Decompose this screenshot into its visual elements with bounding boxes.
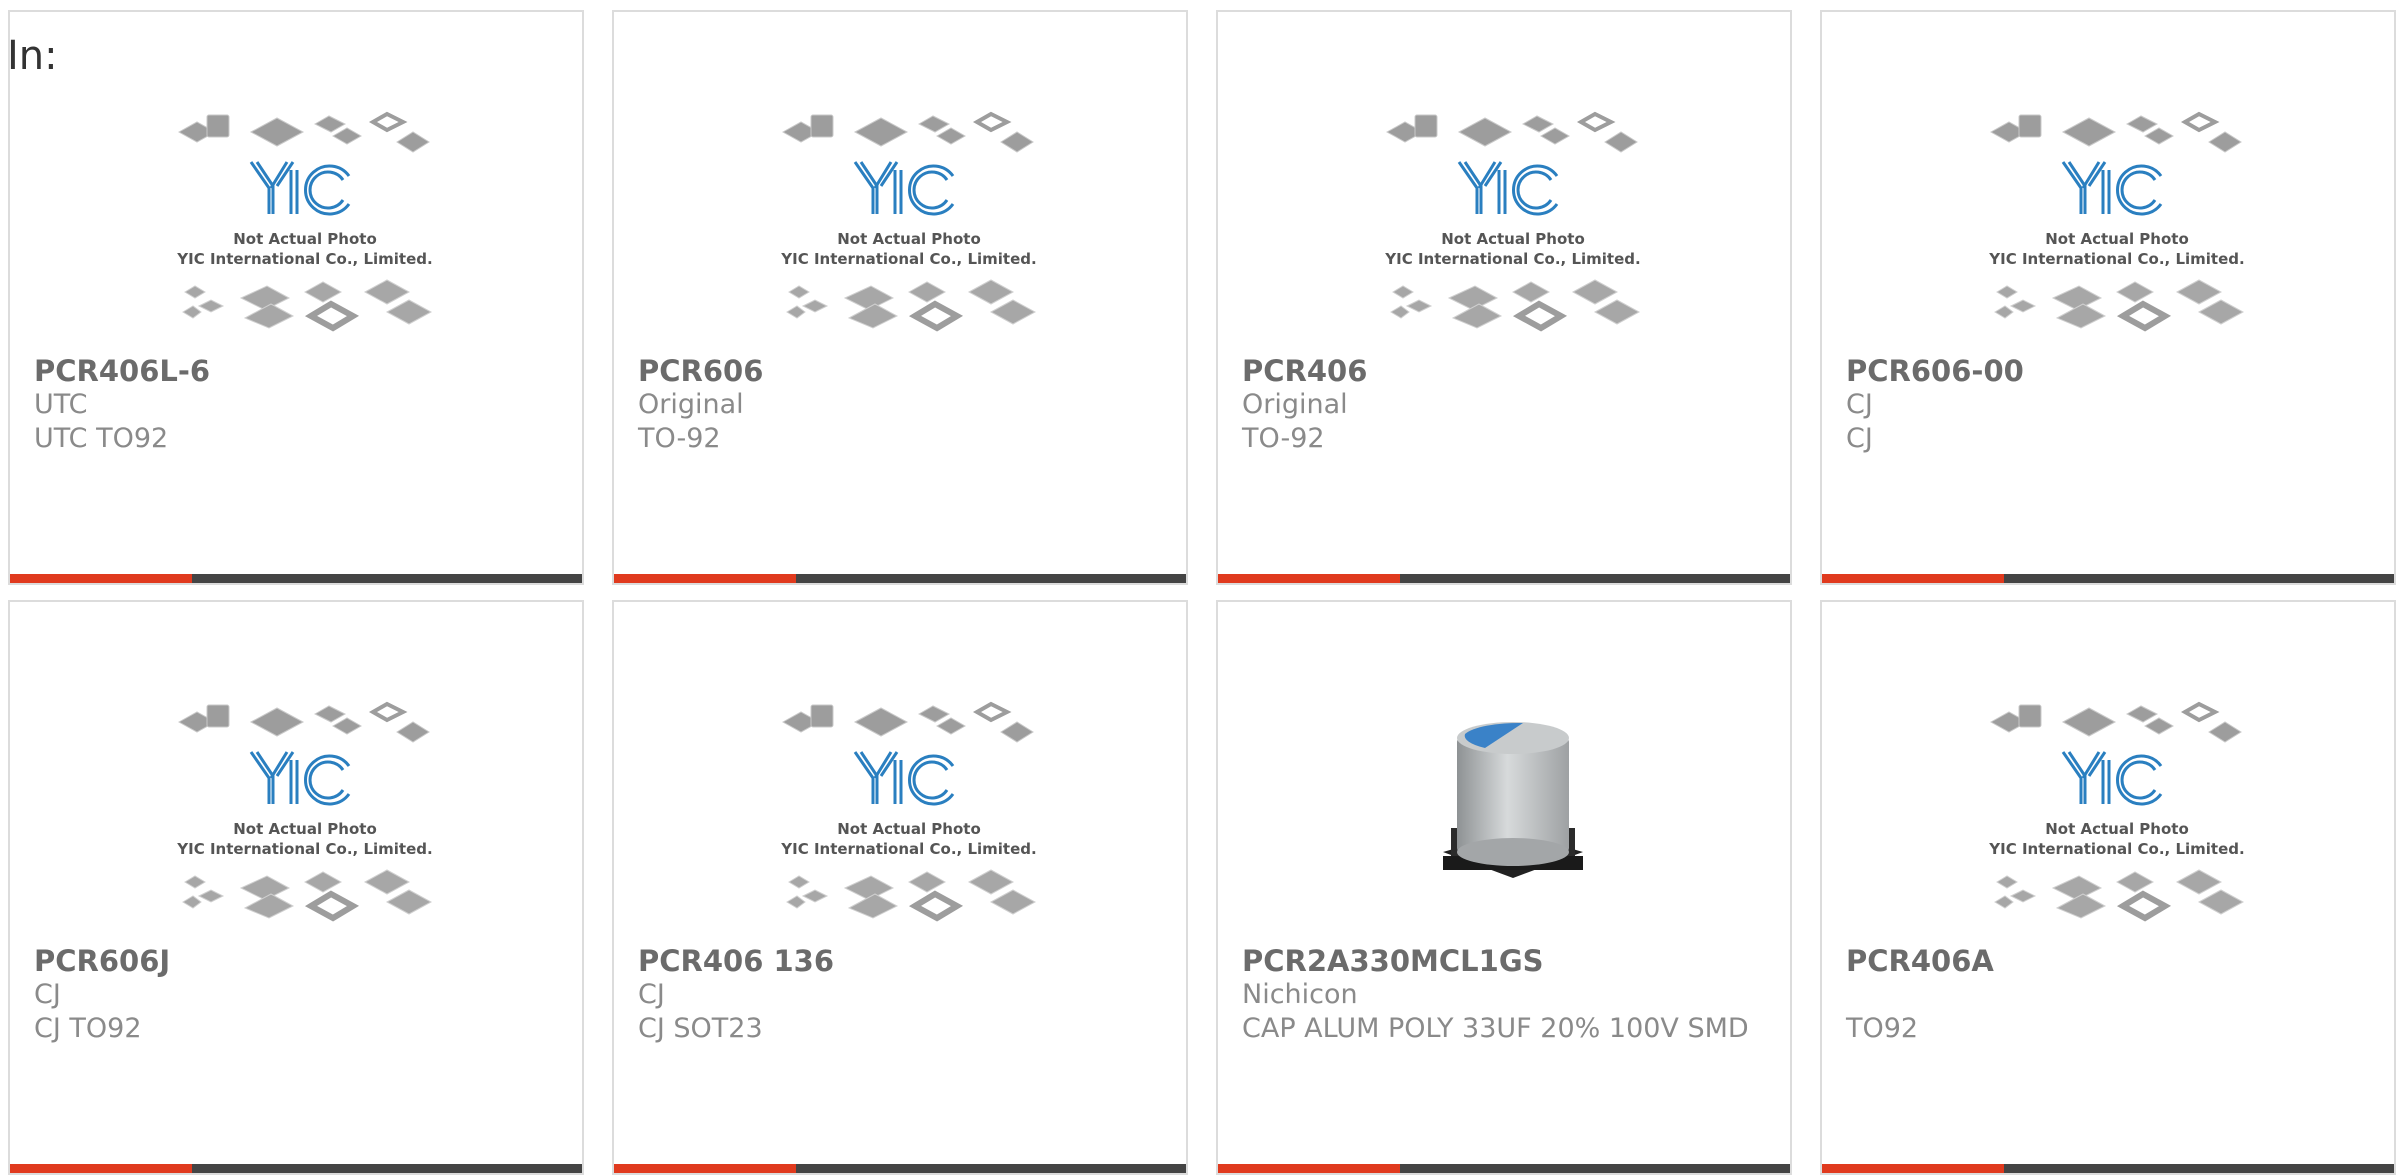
card-bottom-bar [614, 574, 1186, 583]
card-bottom-bar [10, 574, 582, 583]
product-card[interactable]: PCR2A330MCL1GS Nichicon CAP ALUM POLY 33… [1216, 600, 1792, 1175]
description: CJ SOT23 [638, 1013, 763, 1044]
card-bottom-bar [1822, 1164, 2394, 1173]
card-accent-bar [1218, 1164, 1400, 1173]
product-card[interactable]: Not Actual Photo YIC International Co., … [8, 600, 584, 1175]
product-info: PCR406L-6 UTC UTC TO92 [34, 354, 554, 456]
part-number[interactable]: PCR406L-6 [34, 354, 554, 388]
manufacturer [1846, 978, 2366, 1012]
placeholder-caption-2: YIC International Co., Limited. [1384, 250, 1640, 268]
not-actual-photo-icon: Not Actual Photo YIC International Co., … [1988, 701, 2245, 922]
part-number[interactable]: PCR406 136 [638, 944, 1158, 978]
capacitor-photo [1443, 722, 1583, 878]
product-card[interactable]: Not Actual Photo YIC International Co., … [612, 600, 1188, 1175]
product-info: PCR406 136 CJ CJ SOT23 [638, 944, 1158, 1046]
product-image[interactable] [1373, 682, 1653, 942]
placeholder-caption-2: YIC International Co., Limited. [176, 840, 432, 858]
product-info: PCR406A TO92 [1846, 944, 2366, 1046]
card-bottom-bar [1822, 574, 2394, 583]
placeholder-caption-1: Not Actual Photo [837, 230, 981, 248]
placeholder-caption-1: Not Actual Photo [2045, 820, 2189, 838]
product-info: PCR606J CJ CJ TO92 [34, 944, 554, 1046]
not-actual-photo-icon: Not Actual Photo YIC International Co., … [780, 701, 1037, 922]
not-actual-photo-icon: Not Actual Photo YIC International Co., … [176, 701, 433, 922]
not-actual-photo-icon: Not Actual Photo YIC International Co., … [176, 111, 433, 332]
card-bottom-bar [614, 1164, 1186, 1173]
card-accent-bar [614, 574, 796, 583]
description: TO92 [1846, 1013, 1919, 1044]
product-card[interactable]: Not Actual Photo YIC International Co., … [1820, 600, 2396, 1175]
card-bottom-bar [1218, 574, 1790, 583]
card-accent-bar [1218, 574, 1400, 583]
card-accent-bar [1822, 574, 2004, 583]
placeholder-caption-1: Not Actual Photo [233, 230, 377, 248]
product-info: PCR2A330MCL1GS Nichicon CAP ALUM POLY 33… [1242, 944, 1762, 1046]
description: TO-92 [1242, 423, 1325, 454]
not-actual-photo-icon: Not Actual Photo YIC International Co., … [1988, 111, 2245, 332]
placeholder-caption-2: YIC International Co., Limited. [176, 250, 432, 268]
manufacturer: CJ [34, 979, 61, 1010]
part-number[interactable]: PCR406A [1846, 944, 2366, 978]
not-actual-photo-icon: Not Actual Photo YIC International Co., … [780, 111, 1037, 332]
manufacturer: UTC [34, 389, 88, 420]
product-card[interactable]: Not Actual Photo YIC International Co., … [8, 10, 584, 585]
part-number[interactable]: PCR2A330MCL1GS [1242, 944, 1762, 978]
placeholder-caption-1: Not Actual Photo [233, 820, 377, 838]
card-bottom-bar [1218, 1164, 1790, 1173]
card-accent-bar [10, 574, 192, 583]
part-number[interactable]: PCR606-00 [1846, 354, 2366, 388]
card-accent-bar [614, 1164, 796, 1173]
product-image[interactable]: Not Actual Photo YIC International Co., … [769, 682, 1049, 942]
placeholder-caption-1: Not Actual Photo [1441, 230, 1585, 248]
product-card[interactable]: Not Actual Photo YIC International Co., … [612, 10, 1188, 585]
placeholder-caption-1: Not Actual Photo [2045, 230, 2189, 248]
part-number[interactable]: PCR606 [638, 354, 1158, 388]
card-bottom-bar [10, 1164, 582, 1173]
part-number[interactable]: PCR406 [1242, 354, 1762, 388]
card-accent-bar [1822, 1164, 2004, 1173]
manufacturer: Nichicon [1242, 979, 1358, 1010]
description: CJ [1846, 423, 1873, 454]
placeholder-caption-2: YIC International Co., Limited. [780, 250, 1036, 268]
part-number[interactable]: PCR606J [34, 944, 554, 978]
product-card[interactable]: Not Actual Photo YIC International Co., … [1820, 10, 2396, 585]
not-actual-photo-icon: Not Actual Photo YIC International Co., … [1384, 111, 1641, 332]
description: TO-92 [638, 423, 721, 454]
placeholder-caption-2: YIC International Co., Limited. [1988, 250, 2244, 268]
product-image[interactable]: Not Actual Photo YIC International Co., … [165, 92, 445, 352]
product-image[interactable]: Not Actual Photo YIC International Co., … [769, 92, 1049, 352]
in-label: In: [7, 33, 58, 79]
product-info: PCR406 Original TO-92 [1242, 354, 1762, 456]
manufacturer: Original [638, 389, 744, 420]
placeholder-caption-2: YIC International Co., Limited. [780, 840, 1036, 858]
manufacturer: Original [1242, 389, 1348, 420]
product-image[interactable]: Not Actual Photo YIC International Co., … [1373, 92, 1653, 352]
description: CAP ALUM POLY 33UF 20% 100V SMD [1242, 1013, 1749, 1044]
product-image[interactable]: Not Actual Photo YIC International Co., … [1977, 682, 2257, 942]
description: CJ TO92 [34, 1013, 142, 1044]
product-image[interactable]: Not Actual Photo YIC International Co., … [165, 682, 445, 942]
card-accent-bar [10, 1164, 192, 1173]
product-info: PCR606 Original TO-92 [638, 354, 1158, 456]
product-image[interactable]: Not Actual Photo YIC International Co., … [1977, 92, 2257, 352]
product-card[interactable]: Not Actual Photo YIC International Co., … [1216, 10, 1792, 585]
description: UTC TO92 [34, 423, 169, 454]
placeholder-caption-2: YIC International Co., Limited. [1988, 840, 2244, 858]
placeholder-caption-1: Not Actual Photo [837, 820, 981, 838]
manufacturer: CJ [1846, 389, 1873, 420]
manufacturer: CJ [638, 979, 665, 1010]
product-info: PCR606-00 CJ CJ [1846, 354, 2366, 456]
